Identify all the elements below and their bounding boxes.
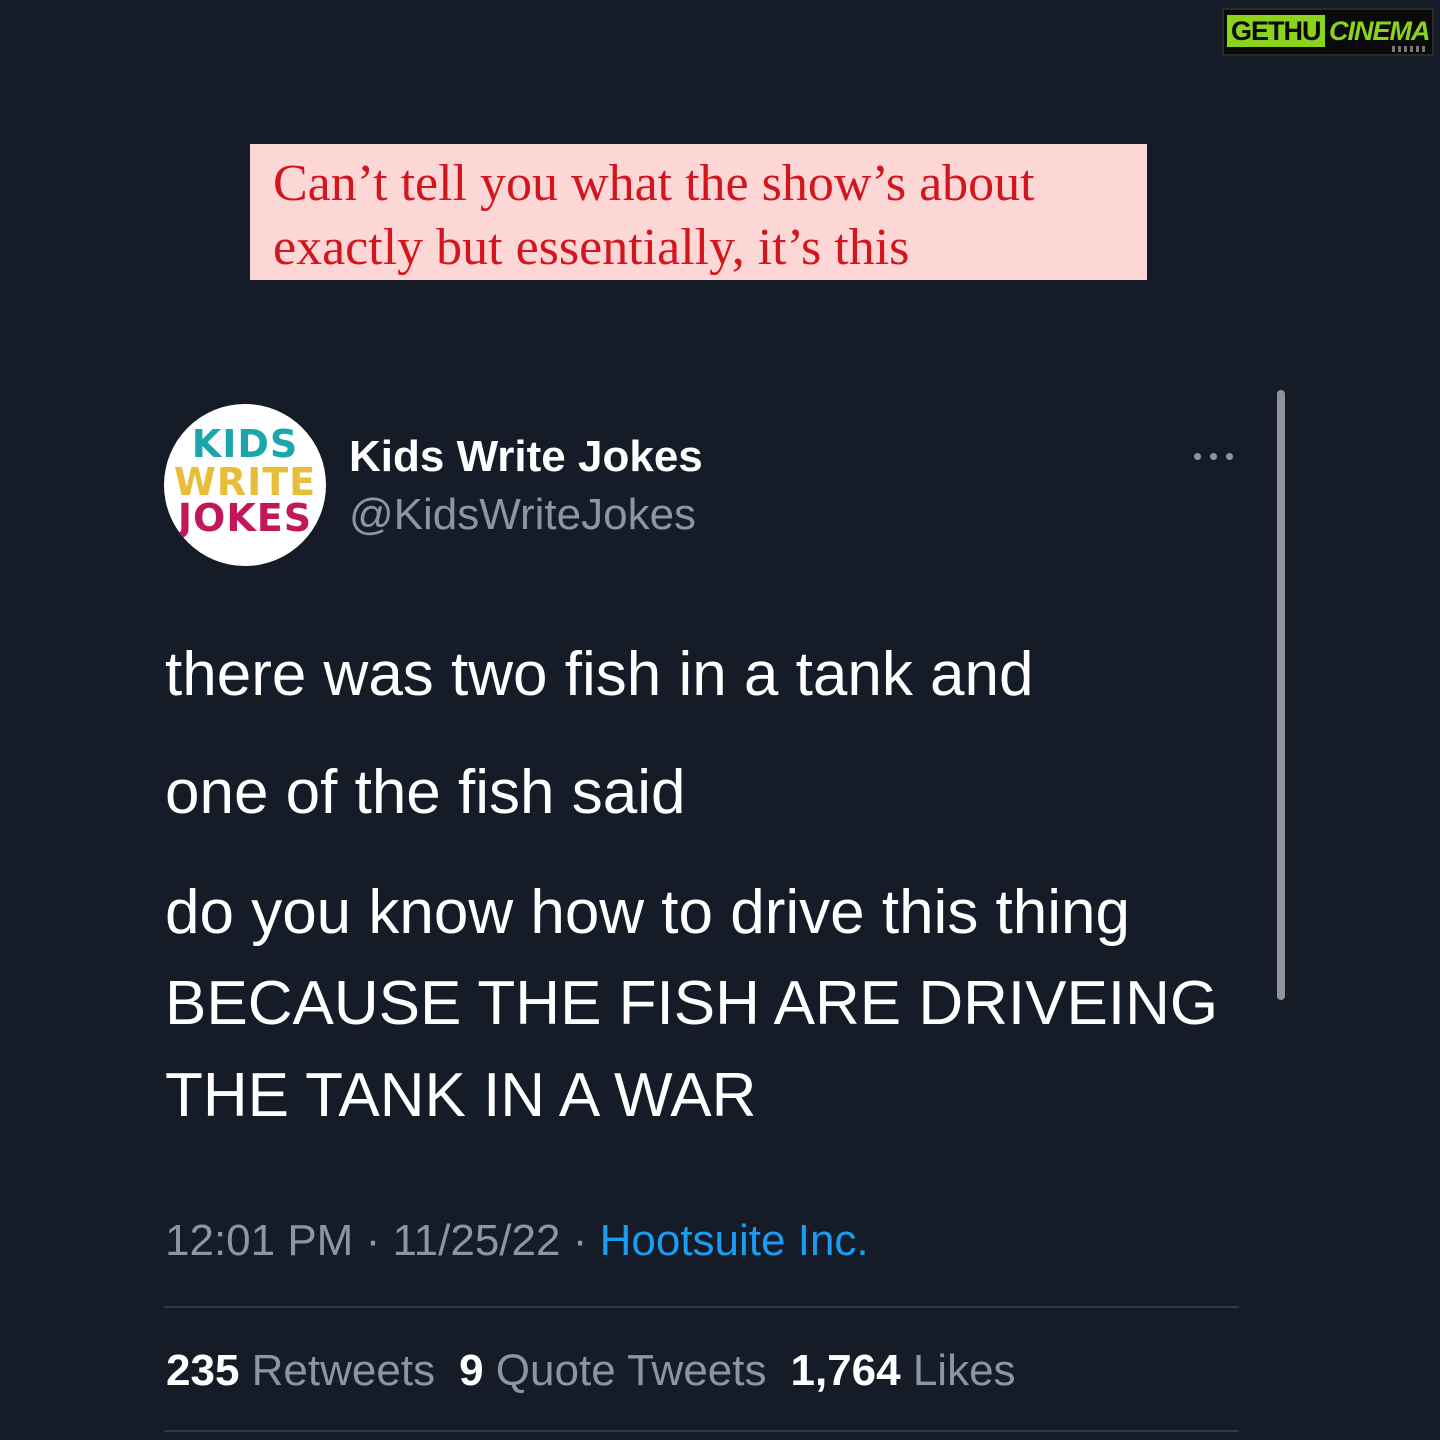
watermark-film-strip	[1392, 46, 1428, 52]
tweet-time[interactable]: 12:01 PM	[165, 1216, 353, 1265]
divider	[164, 1430, 1239, 1432]
avatar-text-3: JOKES	[177, 496, 313, 540]
likes-label: Likes	[912, 1346, 1016, 1395]
tweet-date[interactable]: 11/25/22	[392, 1216, 560, 1265]
avatar[interactable]: KIDS WRITE JOKES	[164, 404, 326, 566]
more-dot	[1210, 453, 1217, 460]
watermark-logo: GETHU CINEMA	[1222, 8, 1434, 56]
user-handle[interactable]: @KidsWriteJokes	[349, 488, 696, 542]
quote-tweets-count: 9	[459, 1346, 484, 1395]
display-name[interactable]: Kids Write Jokes	[349, 430, 703, 484]
avatar-text-1: KIDS	[191, 422, 299, 466]
tweet-metadata: 12:01 PM · 11/25/22 · Hootsuite Inc.	[165, 1212, 869, 1270]
tweet-text-line: do you know how to drive this thing	[165, 878, 1130, 947]
watermark-part2: CINEMA	[1329, 16, 1430, 46]
retweets-count: 235	[166, 1346, 240, 1395]
caption-line-2: exactly but essentially, it’s this	[273, 219, 910, 276]
meta-separator: ·	[572, 1216, 588, 1265]
quote-tweets-label: Quote Tweets	[495, 1346, 767, 1395]
likes-stat[interactable]: 1,764 Likes	[790, 1346, 1015, 1395]
scrollbar[interactable]	[1277, 390, 1285, 1000]
quote-tweets-stat[interactable]: 9 Quote Tweets	[459, 1346, 766, 1395]
likes-count: 1,764	[790, 1346, 901, 1395]
tweet-source-link[interactable]: Hootsuite Inc.	[600, 1216, 869, 1265]
divider	[164, 1306, 1239, 1308]
tweet-text-line: BECAUSE THE FISH ARE DRIVEING	[165, 969, 1219, 1038]
more-dot	[1226, 453, 1233, 460]
retweets-label: Retweets	[251, 1346, 436, 1395]
tweet-stats: 235 Retweets 9 Quote Tweets 1,764 Likes	[166, 1342, 1016, 1400]
tweet-text-line: there was two fish in a tank and	[165, 640, 1034, 709]
caption-box: Can’t tell you what the show’s about exa…	[250, 144, 1147, 280]
caption-line-1: Can’t tell you what the show’s about	[273, 155, 1035, 212]
meta-separator: ·	[365, 1216, 381, 1265]
tweet-text-line: THE TANK IN A WAR	[165, 1061, 757, 1130]
more-options-icon[interactable]	[1192, 440, 1236, 470]
tweet-text-line: one of the fish said	[165, 758, 686, 827]
watermark-part1: GETHU	[1227, 15, 1325, 47]
more-dot	[1194, 453, 1201, 460]
retweets-stat[interactable]: 235 Retweets	[166, 1346, 435, 1395]
